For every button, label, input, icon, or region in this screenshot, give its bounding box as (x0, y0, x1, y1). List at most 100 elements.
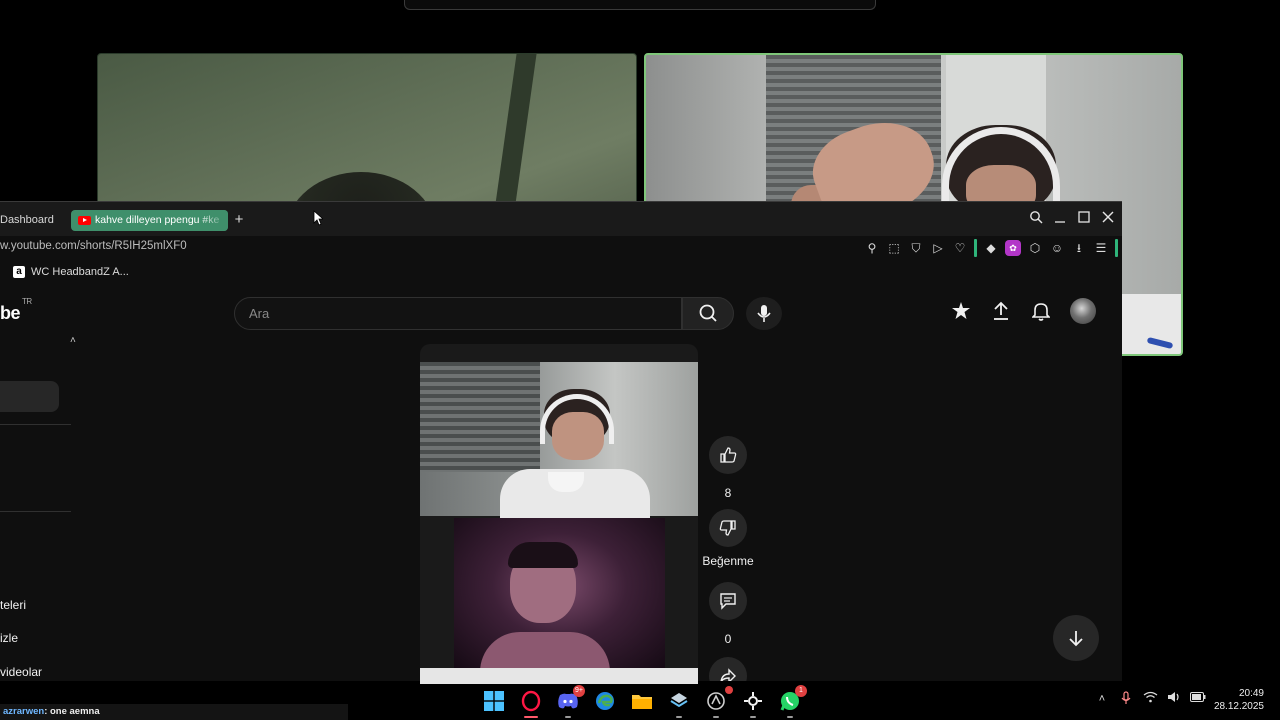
taskbar: 9+ 1 ˄ 20:49 28.12.2025 (0, 681, 1280, 720)
dislike-button[interactable] (709, 509, 747, 547)
share-arrow-icon (720, 668, 736, 681)
divider (1115, 239, 1118, 257)
active-indicator (787, 716, 793, 718)
maximize-icon[interactable] (1076, 210, 1092, 226)
logo-text: be (0, 303, 21, 323)
next-short-button[interactable] (1053, 615, 1099, 661)
sidebar-item-liked-videos[interactable]: videolar (0, 665, 42, 679)
system-clock[interactable]: 20:49 28.12.2025 (1214, 687, 1264, 713)
youtube-favicon-icon (78, 216, 91, 225)
wifi-icon[interactable] (1142, 691, 1158, 707)
like-action[interactable]: 8 (708, 436, 748, 500)
heart-icon[interactable]: ♡ (952, 240, 968, 256)
sidebar-active-item[interactable] (0, 381, 59, 412)
browser-window: Dashboard kahve dilleyen ppengu #ke + w.… (0, 201, 1122, 684)
download-icon[interactable]: ⭳ (1071, 240, 1087, 256)
notifications-bell-icon[interactable] (1030, 299, 1052, 323)
puzzle-icon[interactable]: ⬡ (1027, 240, 1043, 256)
search-button[interactable] (682, 297, 734, 330)
share-action[interactable] (708, 657, 748, 681)
thumbs-down-icon (719, 520, 736, 536)
dislike-label: Beğenme (702, 554, 754, 568)
opera-gx-icon[interactable] (517, 687, 545, 718)
account-avatar[interactable] (1070, 298, 1096, 324)
extension-icons: ⚲ ⬚ ⛉ ▷ ♡ ◆ ✿ ⬡ ☺ ⭳ ☰ (864, 239, 1118, 257)
bookmark-item[interactable]: a WC HeadbandZ A... (13, 266, 129, 278)
system-tray: ˄ (1094, 691, 1206, 707)
discord-icon[interactable]: 9+ (554, 685, 585, 718)
tab-fade (198, 210, 228, 231)
close-icon[interactable] (1100, 210, 1116, 226)
mouse-cursor-icon (313, 210, 323, 226)
extension-purple-icon[interactable]: ✿ (1005, 240, 1021, 256)
chevron-up-icon[interactable]: ˄ (70, 335, 76, 346)
microphone-icon (757, 305, 771, 322)
battery-icon[interactable] (1190, 691, 1206, 707)
active-indicator (750, 716, 756, 718)
url-field[interactable]: w.youtube.com/shorts/R5IH25mlXF0 (0, 240, 187, 252)
divider (974, 239, 977, 257)
microphone-icon[interactable] (1118, 691, 1134, 707)
comments-action[interactable]: 0 (708, 582, 748, 646)
active-indicator (565, 716, 571, 718)
arrow-down-icon (1069, 631, 1083, 647)
windows-start-icon[interactable] (480, 687, 508, 715)
window-controls (1028, 210, 1116, 226)
sidebar-item-playlists[interactable]: teleri (0, 598, 26, 612)
new-tab-button[interactable]: + (232, 210, 246, 230)
search-tabs-icon[interactable] (1028, 210, 1044, 226)
steelseries-icon[interactable] (739, 687, 767, 718)
shield-icon[interactable]: ⛉ (908, 240, 924, 256)
taskbar-apps: 9+ 1 (480, 685, 807, 718)
shorts-video-player[interactable] (420, 344, 698, 684)
search-input[interactable]: Ara (234, 297, 682, 330)
youtube-logo[interactable]: beTR (0, 297, 32, 324)
bookmark-label: WC HeadbandZ A... (31, 266, 129, 278)
menu-icon[interactable]: ☰ (1093, 240, 1109, 256)
sidebar-divider (0, 424, 71, 425)
file-explorer-icon[interactable] (628, 687, 656, 715)
like-button[interactable] (709, 436, 747, 474)
header-actions (950, 298, 1096, 324)
person-hair (508, 542, 578, 568)
extension-star-icon[interactable] (950, 299, 972, 323)
window-blind (420, 362, 540, 472)
gaming-app-icon[interactable] (702, 686, 733, 718)
sidebar-item-watch-later[interactable]: izle (0, 631, 18, 645)
tab-youtube-short[interactable]: kahve dilleyen ppengu #ke (71, 210, 228, 231)
pin-icon[interactable]: ⚲ (864, 240, 880, 256)
share-button[interactable] (709, 657, 747, 681)
discord-badge: 9+ (573, 685, 585, 697)
comments-button[interactable] (709, 582, 747, 620)
upload-icon[interactable] (990, 299, 1012, 323)
play-icon[interactable]: ▷ (930, 240, 946, 256)
whatsapp-badge: 1 (795, 685, 807, 697)
region-code: TR (22, 297, 32, 306)
profile-icon[interactable]: ☺ (1049, 240, 1065, 256)
clock-time: 20:49 (1238, 688, 1264, 699)
edge-icon[interactable] (591, 687, 619, 715)
voice-search-button[interactable] (746, 297, 782, 330)
minimize-icon[interactable] (1052, 210, 1068, 226)
search-icon (699, 304, 717, 322)
volume-icon[interactable] (1166, 691, 1182, 707)
comment-count: 0 (724, 632, 732, 646)
active-indicator (524, 716, 538, 718)
address-bar: w.youtube.com/shorts/R5IH25mlXF0 ⚲ ⬚ ⛉ ▷… (0, 236, 1122, 260)
dislike-action[interactable] (708, 509, 748, 547)
active-indicator (713, 716, 719, 718)
comment-icon (720, 593, 736, 610)
steam-icon[interactable] (665, 687, 693, 718)
snapshot-icon[interactable]: ⬚ (886, 240, 902, 256)
chevron-up-icon[interactable]: ˄ (1094, 691, 1110, 707)
active-indicator (676, 716, 682, 718)
tab-bar: Dashboard kahve dilleyen ppengu #ke + (0, 202, 1122, 236)
tab-dashboard[interactable]: Dashboard (0, 210, 54, 230)
amazon-icon: a (13, 266, 25, 278)
extension-diamond-icon[interactable]: ◆ (983, 240, 999, 256)
bookmarks-bar: a WC HeadbandZ A... (0, 264, 1122, 286)
clock-date: 28.12.2025 (1213, 701, 1264, 712)
whatsapp-icon[interactable]: 1 (776, 685, 807, 718)
call-top-bar (404, 0, 876, 10)
screen: Dashboard kahve dilleyen ppengu #ke + w.… (0, 0, 1280, 720)
